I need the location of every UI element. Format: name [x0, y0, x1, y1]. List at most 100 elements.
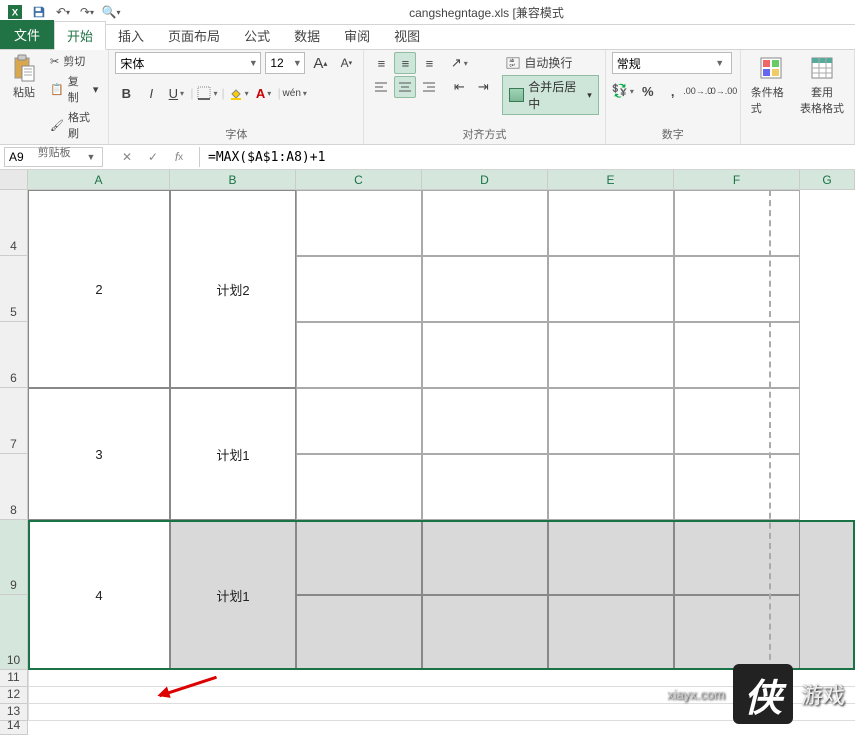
- row-header[interactable]: 10: [0, 595, 27, 670]
- orientation-button[interactable]: ↗▾: [448, 52, 470, 74]
- cell[interactable]: [296, 322, 422, 388]
- cell[interactable]: [674, 322, 800, 388]
- number-format-input[interactable]: [613, 53, 713, 73]
- cell[interactable]: [422, 388, 548, 454]
- cell[interactable]: [422, 520, 548, 595]
- row-header[interactable]: 11: [0, 670, 27, 687]
- fx-button[interactable]: fx: [167, 147, 191, 167]
- font-color-button[interactable]: A▾: [253, 82, 275, 104]
- increase-decimal-button[interactable]: .00→.0: [687, 80, 709, 102]
- cell[interactable]: [674, 388, 800, 454]
- cell[interactable]: [548, 256, 674, 322]
- tab-formulas[interactable]: 公式: [232, 22, 282, 49]
- cell[interactable]: [548, 322, 674, 388]
- tab-data[interactable]: 数据: [282, 22, 332, 49]
- font-name-input[interactable]: [116, 53, 246, 73]
- align-right-button[interactable]: [418, 76, 440, 98]
- cell[interactable]: [548, 454, 674, 520]
- chevron-down-icon[interactable]: ▼: [713, 58, 727, 68]
- cell[interactable]: [422, 595, 548, 670]
- col-header-A[interactable]: A: [28, 170, 170, 189]
- print-preview-button[interactable]: 🔍▾: [100, 1, 122, 23]
- grow-font-button[interactable]: A▴: [309, 52, 331, 74]
- cell[interactable]: [674, 595, 800, 670]
- cell[interactable]: [674, 256, 800, 322]
- col-header-E[interactable]: E: [548, 170, 674, 189]
- cell[interactable]: [548, 190, 674, 256]
- wrap-text-button[interactable]: abc↵自动换行: [502, 52, 598, 73]
- col-header-F[interactable]: F: [674, 170, 800, 189]
- decrease-decimal-button[interactable]: .0→.00: [712, 80, 734, 102]
- format-as-table-button[interactable]: 套用 表格格式: [796, 52, 848, 118]
- align-bottom-button[interactable]: ≡: [418, 52, 440, 74]
- cell[interactable]: [296, 190, 422, 256]
- paste-button[interactable]: 粘贴: [6, 52, 42, 102]
- currency-button[interactable]: 💱▾: [612, 80, 634, 102]
- cell[interactable]: [296, 388, 422, 454]
- copy-button[interactable]: 📋 复制 ▾: [46, 72, 102, 106]
- align-top-button[interactable]: ≡: [370, 52, 392, 74]
- underline-button[interactable]: U▾: [165, 82, 187, 104]
- pinyin-button[interactable]: wén▾: [284, 82, 306, 104]
- cell-A4[interactable]: 2: [28, 190, 170, 388]
- cancel-formula-button[interactable]: ✕: [115, 147, 139, 167]
- shrink-font-button[interactable]: A▾: [335, 52, 357, 74]
- tab-file[interactable]: 文件: [0, 20, 54, 49]
- tab-insert[interactable]: 插入: [106, 22, 156, 49]
- cell[interactable]: [548, 388, 674, 454]
- align-middle-button[interactable]: ≡: [394, 52, 416, 74]
- cell-B9[interactable]: 计划1: [170, 520, 296, 670]
- cell-area[interactable]: 2 计划2 3 计划1: [28, 190, 855, 735]
- font-size-combo[interactable]: ▼: [265, 52, 305, 74]
- cell-B4[interactable]: 计划2: [170, 190, 296, 388]
- conditional-format-button[interactable]: 条件格式: [747, 52, 796, 118]
- tab-review[interactable]: 审阅: [332, 22, 382, 49]
- col-header-B[interactable]: B: [170, 170, 296, 189]
- cell[interactable]: [674, 520, 800, 595]
- cut-button[interactable]: ✂ 剪切: [46, 52, 102, 70]
- tab-view[interactable]: 视图: [382, 22, 432, 49]
- col-header-D[interactable]: D: [422, 170, 548, 189]
- formula-input[interactable]: [199, 147, 855, 167]
- cell[interactable]: [296, 256, 422, 322]
- cell[interactable]: [422, 190, 548, 256]
- percent-button[interactable]: %: [637, 80, 659, 102]
- tab-home[interactable]: 开始: [54, 21, 106, 50]
- col-header-G[interactable]: G: [800, 170, 855, 189]
- bold-button[interactable]: B: [115, 82, 137, 104]
- font-size-input[interactable]: [266, 53, 290, 73]
- fill-color-button[interactable]: ▾: [228, 82, 250, 104]
- cell[interactable]: [296, 520, 422, 595]
- row-header[interactable]: 5: [0, 256, 27, 322]
- cell-A7[interactable]: 3: [28, 388, 170, 520]
- comma-button[interactable]: ,: [662, 80, 684, 102]
- cell[interactable]: [674, 454, 800, 520]
- cell[interactable]: [422, 322, 548, 388]
- row-header[interactable]: 8: [0, 454, 27, 520]
- col-header-C[interactable]: C: [296, 170, 422, 189]
- align-left-button[interactable]: [370, 76, 392, 98]
- cell-B7[interactable]: 计划1: [170, 388, 296, 520]
- tab-layout[interactable]: 页面布局: [156, 22, 232, 49]
- cell[interactable]: [422, 256, 548, 322]
- chevron-down-icon[interactable]: ▼: [290, 58, 304, 68]
- redo-button[interactable]: ↷▾: [76, 1, 98, 23]
- row-header[interactable]: 14: [0, 721, 27, 735]
- merge-center-button[interactable]: 合并后居中 ▾: [502, 75, 598, 115]
- border-button[interactable]: ▾: [196, 82, 218, 104]
- cell[interactable]: [548, 595, 674, 670]
- row-header[interactable]: 4: [0, 190, 27, 256]
- cell[interactable]: [296, 454, 422, 520]
- decrease-indent-button[interactable]: ⇤: [448, 76, 470, 98]
- undo-button[interactable]: ↶▾: [52, 1, 74, 23]
- row-header[interactable]: 9: [0, 520, 27, 595]
- select-all-corner[interactable]: [0, 170, 28, 189]
- font-name-combo[interactable]: ▼: [115, 52, 261, 74]
- accept-formula-button[interactable]: ✓: [141, 147, 165, 167]
- cell[interactable]: [296, 595, 422, 670]
- chevron-down-icon[interactable]: ▼: [246, 58, 260, 68]
- align-center-button[interactable]: [394, 76, 416, 98]
- row-header[interactable]: 7: [0, 388, 27, 454]
- format-painter-button[interactable]: 🖌 格式刷: [46, 108, 102, 142]
- cell-A9[interactable]: 4: [28, 520, 170, 670]
